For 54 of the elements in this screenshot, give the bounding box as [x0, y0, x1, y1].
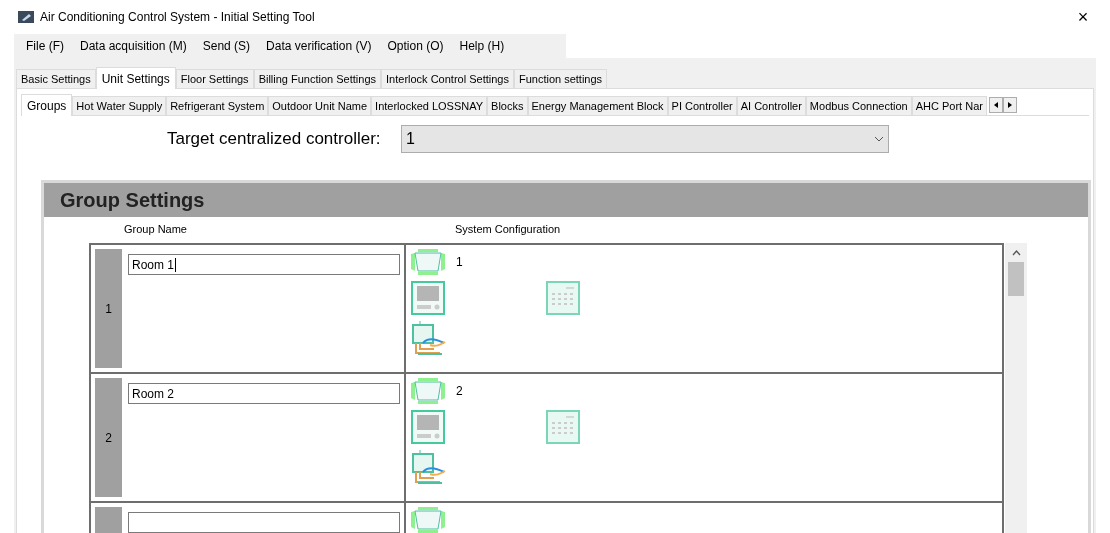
tab[interactable]: Basic Settings: [16, 69, 96, 88]
row-number-cell: 1: [95, 249, 122, 368]
tab[interactable]: Refrigerant System: [166, 96, 269, 115]
scroll-left-button[interactable]: [988, 97, 1003, 113]
adapter-icon: [410, 321, 446, 355]
controller-label: Target centralized controller:: [167, 128, 382, 151]
unit-number: 2: [456, 383, 463, 400]
row-number-cell: 2: [95, 378, 122, 497]
scrollbar-thumb[interactable]: [1008, 262, 1024, 296]
tab[interactable]: Hot Water Supply: [72, 96, 167, 115]
menu-item[interactable]: Help (H): [451, 34, 513, 58]
tab[interactable]: Unit Settings: [95, 67, 176, 89]
chevron-down-icon: [874, 136, 884, 142]
keypad-controller-icon: [546, 410, 580, 444]
app-icon: [18, 11, 34, 23]
menu-item[interactable]: Data acquisition (M): [72, 34, 195, 58]
menu-item[interactable]: Send (S): [194, 34, 259, 58]
right-arrow-icon: [1007, 102, 1012, 108]
left-arrow-icon: [993, 102, 998, 108]
remote-controller-icon: [411, 410, 445, 444]
remote-controller-icon: [411, 281, 445, 315]
unit-number: 1: [456, 254, 463, 271]
tab[interactable]: Interlocked LOSSNAY: [371, 96, 488, 115]
tab[interactable]: Groups: [21, 94, 73, 116]
tab[interactable]: Billing Function Settings: [253, 69, 382, 88]
indoor-unit-icon: [410, 249, 446, 275]
tab[interactable]: Interlock Control Settings: [381, 69, 514, 88]
controller-dropdown[interactable]: 1: [401, 125, 889, 153]
tab[interactable]: Floor Settings: [175, 69, 254, 88]
group-name-field[interactable]: [128, 512, 400, 533]
tab[interactable]: AHC Port Nar: [911, 96, 987, 115]
section-title: Group Settings: [60, 188, 205, 213]
tab[interactable]: Outdoor Unit Name: [268, 96, 372, 115]
group-name-field[interactable]: Room 2: [128, 383, 400, 404]
tab[interactable]: PI Controller: [667, 96, 737, 115]
menu-item[interactable]: File (F): [18, 34, 72, 58]
tab[interactable]: Blocks: [487, 96, 528, 115]
menu-item[interactable]: Data verification (V): [258, 34, 380, 58]
adapter-icon: [410, 450, 446, 484]
close-button[interactable]: ×: [1068, 3, 1098, 31]
menu-item[interactable]: Option (O): [379, 34, 452, 58]
vertical-scrollbar[interactable]: [1005, 243, 1027, 533]
group-name-field[interactable]: Room 1: [128, 254, 400, 275]
column-header: Group Name: [124, 221, 188, 237]
window-title: Air Conditioning Control System - Initial Setting Tool: [40, 9, 315, 26]
indoor-unit-icon: [410, 507, 446, 533]
column-header: System Configuration: [455, 221, 561, 237]
tab[interactable]: Function settings: [513, 69, 608, 88]
tab[interactable]: AI Controller: [736, 96, 806, 115]
tab[interactable]: Energy Management Block: [527, 96, 668, 115]
text-cursor: [175, 257, 177, 272]
indoor-unit-icon: [410, 378, 446, 404]
keypad-controller-icon: [546, 281, 580, 315]
tab[interactable]: Modbus Connection: [805, 96, 912, 115]
